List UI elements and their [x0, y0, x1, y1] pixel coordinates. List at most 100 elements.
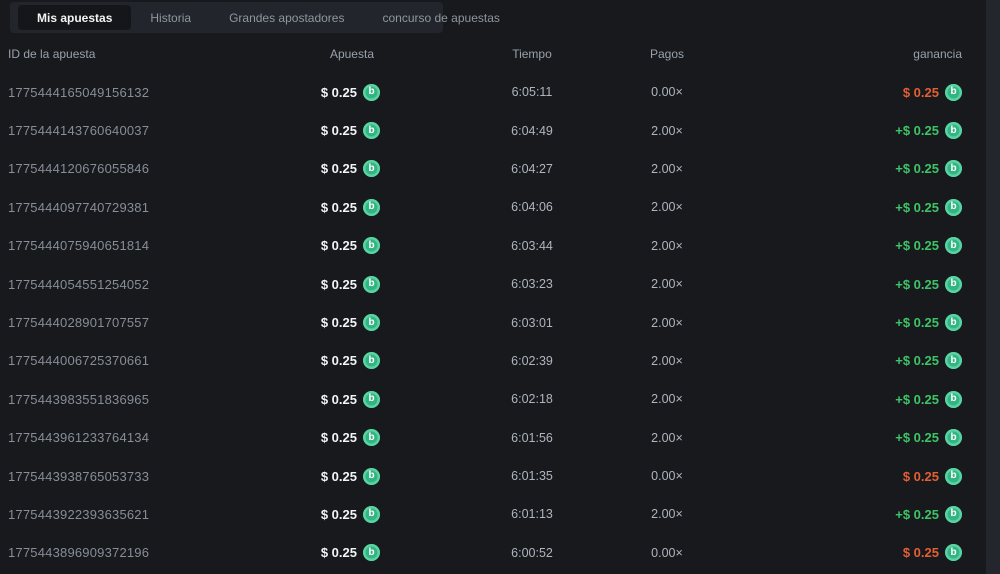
table-row[interactable]: 1775444028901707557 $ 0.25 b 6:03:01 2.0… [0, 303, 986, 341]
bet-time: 6:02:39 [511, 353, 553, 368]
my-bets-panel: Mis apuestas Historia Grandes apostadores c… [0, 0, 986, 574]
tab-mis-apuestas[interactable]: Mis apuestas [18, 5, 132, 30]
bet-time: 6:03:44 [511, 238, 553, 253]
bet-profit: +$ 0.25 [895, 238, 939, 254]
bet-time: 6:01:13 [511, 507, 553, 522]
bet-payout: 2.00× [651, 161, 683, 176]
bet-time: 6:01:56 [511, 430, 553, 445]
coin-icon: b [945, 505, 962, 523]
bet-profit: +$ 0.25 [895, 123, 939, 139]
coin-icon: b [945, 467, 962, 485]
bet-payout: 2.00× [651, 392, 683, 407]
bet-amount: $ 0.25 [320, 315, 357, 331]
coin-icon: b [945, 544, 962, 562]
bet-profit: +$ 0.25 [895, 430, 939, 446]
table-row[interactable]: 1775443922393635621 $ 0.25 b 6:01:13 2.0… [0, 495, 986, 533]
bet-amount: $ 0.25 [320, 123, 357, 139]
coin-icon: b [363, 352, 380, 370]
bet-id: 1775444006725370661 [8, 353, 150, 369]
bet-amount: $ 0.25 [320, 545, 357, 561]
bet-amount: $ 0.25 [320, 199, 357, 215]
bet-id: 1775444075940651814 [8, 238, 150, 254]
bet-id: 1775444165049156132 [8, 84, 150, 100]
bet-payout: 0.00× [651, 469, 683, 484]
coin-icon: b [945, 314, 962, 332]
bet-time: 6:03:01 [511, 315, 553, 330]
table-row[interactable]: 1775444165049156132 $ 0.25 b 6:05:11 0.0… [0, 73, 986, 111]
table-row[interactable]: 1775444054551254052 $ 0.25 b 6:03:23 2.0… [0, 265, 986, 303]
tab-grandes-apostadores[interactable]: Grandes apostadores [210, 5, 363, 30]
bet-time: 6:03:23 [511, 277, 553, 292]
table-row[interactable]: 1775444097740729381 $ 0.25 b 6:04:06 2.0… [0, 188, 986, 226]
bet-time: 6:01:35 [511, 469, 553, 484]
bets-table-body: 1775444165049156132 $ 0.25 b 6:05:11 0.0… [0, 73, 986, 572]
table-row[interactable]: 1775443896909372196 $ 0.25 b 6:00:52 0.0… [0, 534, 986, 572]
bet-amount: $ 0.25 [320, 84, 357, 100]
bet-time: 6:00:52 [511, 545, 553, 560]
table-row[interactable]: 1775443983551836965 $ 0.25 b 6:02:18 2.0… [0, 380, 986, 418]
bet-payout: 2.00× [651, 430, 683, 445]
coin-icon: b [945, 237, 962, 255]
bet-amount: $ 0.25 [320, 430, 357, 446]
tab-historia[interactable]: Historia [131, 5, 210, 30]
coin-icon: b [363, 160, 380, 178]
page-scrollbar-track[interactable] [986, 0, 1000, 574]
coin-icon: b [363, 505, 380, 523]
table-row[interactable]: 1775443961233764134 $ 0.25 b 6:01:56 2.0… [0, 419, 986, 457]
table-row[interactable]: 1775444143760640037 $ 0.25 b 6:04:49 2.0… [0, 111, 986, 149]
bet-id: 1775443983551836965 [8, 391, 150, 407]
bet-amount: $ 0.25 [320, 468, 357, 484]
coin-icon: b [945, 160, 962, 178]
bet-id: 1775444143760640037 [8, 123, 150, 139]
bet-id: 1775443896909372196 [8, 545, 150, 561]
bet-id: 1775443961233764134 [8, 430, 150, 446]
bet-id: 1775444028901707557 [8, 315, 150, 331]
coin-icon: b [363, 314, 380, 332]
bet-payout: 2.00× [651, 277, 683, 292]
coin-icon: b [363, 275, 380, 293]
coin-icon: b [363, 198, 380, 216]
coin-icon: b [363, 237, 380, 255]
table-row[interactable]: 1775444075940651814 $ 0.25 b 6:03:44 2.0… [0, 227, 986, 265]
column-header-bet: Apuesta [329, 47, 374, 61]
bet-profit: +$ 0.25 [895, 353, 939, 369]
bet-payout: 2.00× [651, 315, 683, 330]
bet-id: 1775443938765053733 [8, 468, 150, 484]
bet-profit: +$ 0.25 [895, 506, 939, 522]
bet-amount: $ 0.25 [320, 238, 357, 254]
coin-icon: b [363, 122, 380, 140]
table-row[interactable]: 1775444006725370661 $ 0.25 b 6:02:39 2.0… [0, 342, 986, 380]
bet-amount: $ 0.25 [320, 391, 357, 407]
bet-payout: 0.00× [651, 545, 683, 560]
bet-id: 1775444120676055846 [8, 161, 150, 177]
bet-payout: 2.00× [651, 200, 683, 215]
coin-icon: b [363, 544, 380, 562]
bet-profit: +$ 0.25 [895, 161, 939, 177]
coin-icon: b [945, 352, 962, 370]
bet-id: 1775444097740729381 [8, 199, 150, 215]
bet-amount: $ 0.25 [320, 353, 357, 369]
bet-profit: +$ 0.25 [895, 391, 939, 407]
bet-payout: 2.00× [651, 507, 683, 522]
coin-icon: b [363, 429, 380, 447]
bet-time: 6:04:06 [511, 200, 553, 215]
table-header: ID de la apuesta Apuesta Tiempo Pagos ga… [0, 40, 986, 68]
tab-concurso-de-apuestas[interactable]: concurso de apuestas [363, 5, 518, 30]
bet-profit: +$ 0.25 [895, 315, 939, 331]
bet-profit: +$ 0.25 [895, 276, 939, 292]
bets-tabbar: Mis apuestas Historia Grandes apostadores c… [10, 2, 500, 33]
table-row[interactable]: 1775444120676055846 $ 0.25 b 6:04:27 2.0… [0, 150, 986, 188]
bet-payout: 2.00× [651, 238, 683, 253]
column-header-profit: ganancia [913, 47, 962, 61]
coin-icon: b [945, 275, 962, 293]
coin-icon: b [945, 198, 962, 216]
coin-icon: b [363, 390, 380, 408]
coin-icon: b [945, 83, 962, 101]
bet-id: 1775443922393635621 [8, 506, 150, 522]
bet-amount: $ 0.25 [320, 506, 357, 522]
bet-time: 6:04:49 [511, 123, 553, 138]
coin-icon: b [363, 467, 380, 485]
bet-time: 6:05:11 [511, 85, 553, 100]
bet-time: 6:04:27 [511, 161, 553, 176]
table-row[interactable]: 1775443938765053733 $ 0.25 b 6:01:35 0.0… [0, 457, 986, 495]
